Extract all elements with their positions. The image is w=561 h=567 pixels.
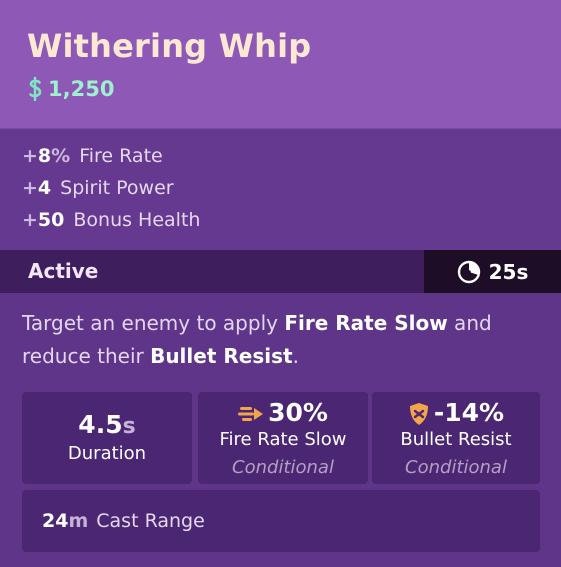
souls-currency-icon	[29, 76, 42, 102]
item-cost-value: 1,250	[48, 77, 115, 101]
cast-range-label: Cast Range	[96, 510, 205, 532]
stat-row: +50 Bonus Health	[22, 209, 200, 237]
item-header: Withering Whip 1,250	[0, 0, 561, 128]
item-cost: 1,250	[27, 74, 114, 104]
duration-label: Duration	[67, 443, 147, 464]
stat-row: +4 Spirit Power	[22, 177, 174, 205]
cast-range-unit: m	[68, 510, 89, 532]
bullet-resist-label: Bullet Resist	[400, 429, 512, 450]
fire-rate-slow-value: 30%	[198, 398, 368, 427]
stat-value: +50	[22, 209, 65, 231]
bullet-resist-shield-icon	[409, 403, 428, 425]
effect-cast-range: 24m Cast Range	[22, 490, 540, 552]
bullet-resist-value: -14%	[372, 398, 540, 427]
stat-value: +4	[22, 177, 52, 199]
fire-rate-slow-condition: Conditional	[232, 457, 334, 478]
fire-rate-slow-label: Fire Rate Slow	[219, 429, 347, 450]
active-ability-bar: Active 25s	[0, 250, 561, 293]
ability-description: Target an enemy to apply Fire Rate Slow …	[22, 311, 492, 368]
stat-label: Fire Rate	[79, 145, 163, 167]
active-label: Active	[28, 259, 99, 283]
stat-list: +8% Fire Rate +4 Spirit Power +50 Bonus …	[0, 128, 561, 250]
stat-label: Bonus Health	[73, 209, 201, 231]
item-tooltip-card: Withering Whip 1,250 +8% Fire Rate +4 Sp…	[0, 0, 561, 567]
bullet-resist-condition: Conditional	[405, 457, 507, 478]
cooldown-value: 25s	[488, 259, 529, 284]
item-title: Withering Whip	[27, 27, 312, 65]
fire-rate-icon	[238, 407, 264, 421]
cast-range-value: 24	[42, 510, 69, 532]
effect-fire-rate-slow: 30% Fire Rate Slow Conditional	[198, 392, 368, 484]
effect-bullet-resist: -14% Bullet Resist Conditional	[372, 392, 540, 484]
duration-value: 4.5s	[78, 410, 136, 439]
stat-label: Spirit Power	[60, 177, 174, 199]
effect-duration: 4.5s Duration	[22, 392, 192, 484]
stat-row: +8% Fire Rate	[22, 145, 163, 173]
stat-value: +8%	[22, 145, 71, 167]
cooldown-timer-icon	[457, 260, 480, 283]
cooldown-badge: 25s	[424, 250, 561, 293]
